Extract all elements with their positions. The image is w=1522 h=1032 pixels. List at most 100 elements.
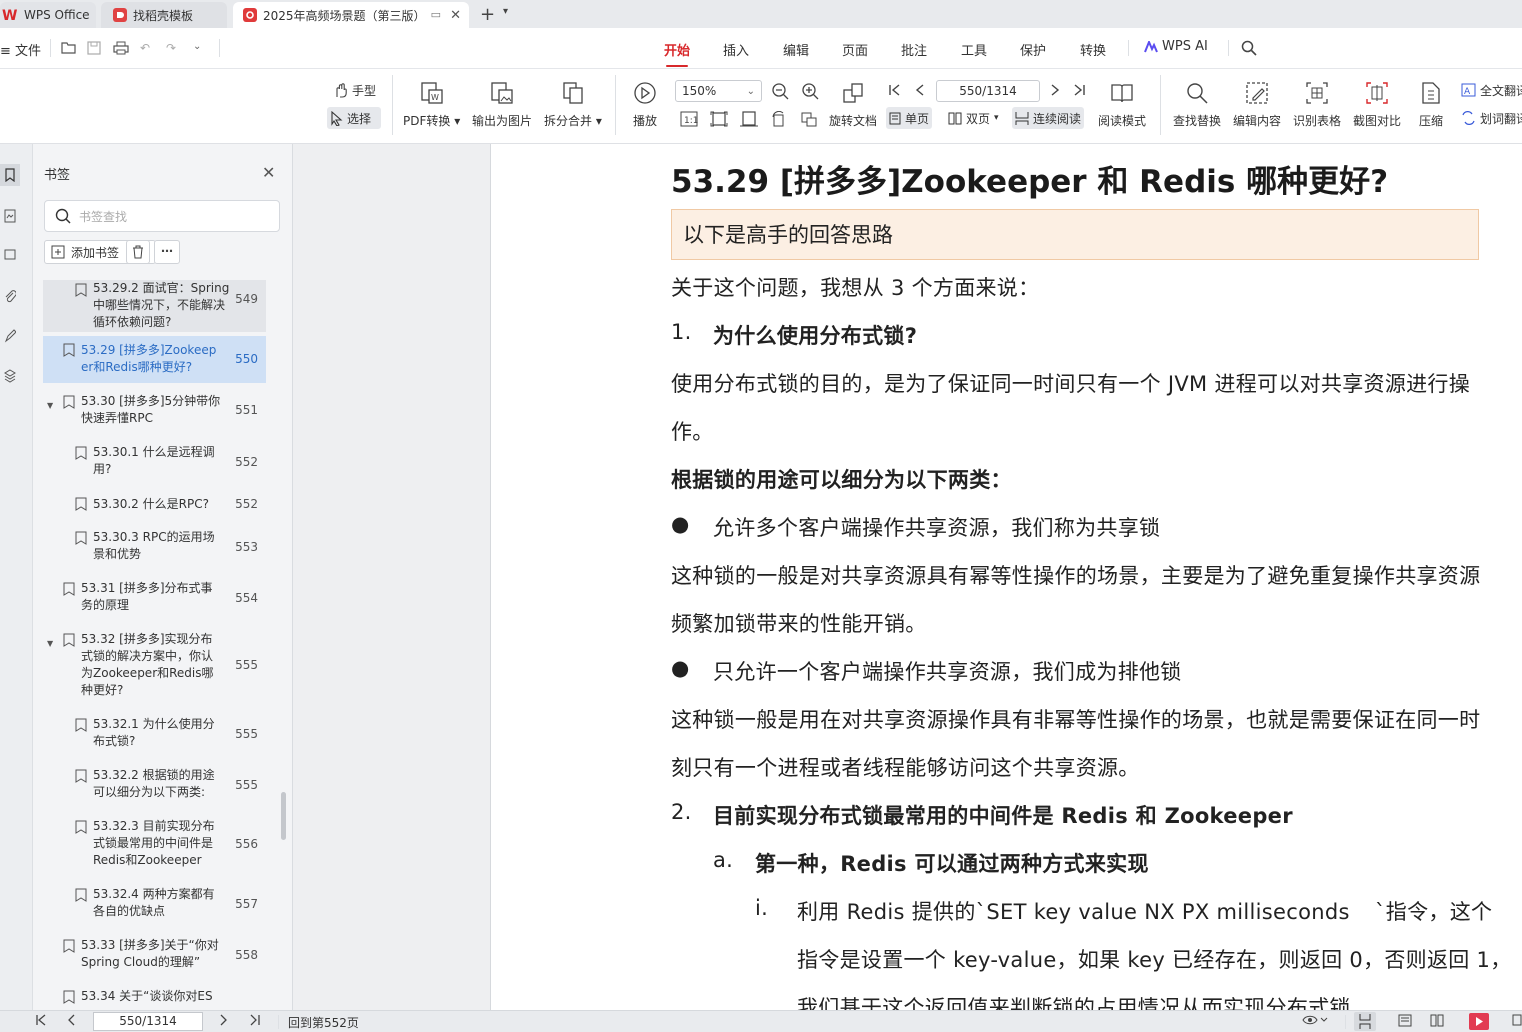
prev-page-icon[interactable]	[914, 83, 928, 97]
edit-content-icon	[1245, 79, 1269, 107]
menu-annotate[interactable]: 批注	[901, 40, 927, 59]
menu-home[interactable]: 开始	[664, 40, 690, 67]
status-page-input[interactable]: 550/1314	[93, 1012, 203, 1031]
search-icon[interactable]	[1241, 40, 1257, 56]
find-icon	[1185, 79, 1209, 107]
pdf-convert-button[interactable]: W PDF转换 ▾	[403, 79, 460, 129]
continuous-read-button[interactable]: 连续阅读	[1012, 107, 1085, 129]
tab-wps-office[interactable]: W WPS Office	[0, 2, 96, 28]
new-tab-icon[interactable]: +	[480, 4, 495, 25]
single-view-icon[interactable]	[1398, 1014, 1412, 1027]
screenshot-compare-button[interactable]: 截图对比	[1353, 79, 1401, 129]
back-to-page-link[interactable]: 回到第552页	[288, 1014, 359, 1031]
recognize-table-button[interactable]: 识别表格	[1293, 79, 1341, 129]
customize-chevron-icon[interactable]: ⌄	[193, 41, 201, 52]
page-number-input[interactable]: 550/1314	[936, 80, 1040, 102]
hand-tool-button[interactable]: 手型	[330, 79, 379, 101]
bookmark-item[interactable]: 53.32.2 根据锁的用途可以细分为以下两类: 555	[43, 767, 266, 807]
play-mode-icon[interactable]	[1469, 1013, 1489, 1030]
prev-page-icon[interactable]	[66, 1014, 78, 1026]
signature-icon[interactable]	[0, 325, 20, 347]
document-viewport[interactable]: 53.29 [拼多多]Zookeeper 和 Redis 哪种更好? 以下是高手…	[293, 144, 1522, 1010]
fit-width-icon[interactable]	[740, 111, 758, 127]
single-page-button[interactable]: 单页	[886, 107, 933, 129]
bookmark-item[interactable]: 53.32.3 目前实现分布式锁最常用的中间件是Redis和Zookeeper …	[43, 818, 266, 874]
full-translate-button[interactable]: A 全文翻译	[1458, 79, 1522, 101]
continuous-view-icon[interactable]	[1354, 1012, 1376, 1031]
menu-tools[interactable]: 工具	[961, 40, 987, 59]
next-page-icon[interactable]	[217, 1014, 229, 1026]
menu-edit[interactable]: 编辑	[783, 40, 809, 59]
crop-view-icon[interactable]	[800, 111, 818, 127]
next-page-icon[interactable]	[1047, 83, 1061, 97]
rotate-view-icon[interactable]	[770, 111, 788, 127]
redo-icon[interactable]: ↷	[166, 41, 176, 55]
bookmark-item[interactable]: 53.30.1 什么是远程调用? 552	[43, 444, 266, 484]
bookmark-item[interactable]: ▼ 53.32 [拼多多]实现分布式锁的解决方案中，你认为Zookeeper和R…	[43, 631, 266, 701]
undo-icon[interactable]: ↶	[140, 41, 150, 55]
layers-icon[interactable]	[0, 365, 20, 387]
menu-page[interactable]: 页面	[842, 40, 868, 59]
tab-document[interactable]: 2025年高频场景题（第三版） ▭ ✕	[233, 2, 469, 28]
expand-caret-icon[interactable]: ▼	[47, 397, 53, 414]
last-page-icon[interactable]	[1072, 83, 1086, 97]
menu-insert[interactable]: 插入	[723, 40, 749, 59]
tab-list-chevron-icon[interactable]: ▾	[503, 6, 508, 17]
bookmark-item[interactable]: 53.31 [拼多多]分布式事务的原理 554	[43, 580, 266, 620]
more-view-icon[interactable]	[1512, 1014, 1522, 1026]
bookmark-item[interactable]: 53.34 关于“谈谈你对ES	[43, 988, 266, 1010]
expand-caret-icon[interactable]: ▼	[47, 635, 53, 652]
menu-convert[interactable]: 转换	[1080, 40, 1106, 59]
compress-button[interactable]: 压缩	[1419, 79, 1443, 129]
play-button[interactable]: 播放	[633, 79, 657, 129]
edit-content-button[interactable]: 编辑内容	[1233, 79, 1281, 129]
first-page-icon[interactable]	[888, 83, 902, 97]
bookmark-item[interactable]: 53.32.1 为什么使用分布式锁? 555	[43, 716, 266, 756]
export-image-button[interactable]: 输出为图片	[472, 79, 532, 129]
word-translate-button[interactable]: 划词翻译	[1458, 107, 1522, 129]
eye-protection-icon[interactable]	[1302, 1014, 1328, 1026]
actual-size-icon[interactable]: 1:1	[680, 111, 698, 127]
attachment-icon[interactable]	[0, 285, 20, 307]
split-merge-button[interactable]: 拆分合并 ▾	[544, 79, 602, 129]
bookmark-item[interactable]: ▼ 53.30 [拼多多]5分钟带你快速弄懂RPC 551	[43, 393, 266, 433]
bookmark-page: 550	[235, 352, 258, 366]
bookmark-icon	[75, 718, 87, 732]
read-mode-button[interactable]: 阅读模式	[1098, 79, 1146, 129]
bookmark-item[interactable]: 53.30.3 RPC的运用场景和优势 553	[43, 529, 266, 569]
save-icon[interactable]	[87, 41, 101, 55]
menu-protect[interactable]: 保护	[1020, 40, 1046, 59]
open-folder-icon[interactable]	[61, 41, 76, 54]
fit-page-icon[interactable]	[710, 111, 728, 127]
bookmark-item[interactable]: 53.30.2 什么是RPC? 552	[43, 495, 266, 517]
rotate-document-button[interactable]: 旋转文档	[829, 79, 877, 129]
tab-docer-templates[interactable]: 找稻壳模板	[101, 2, 227, 28]
first-page-icon[interactable]	[35, 1014, 47, 1026]
comment-panel-icon[interactable]	[0, 244, 20, 266]
delete-bookmark-button[interactable]	[126, 240, 150, 264]
zoom-select[interactable]: 150% ⌄	[675, 80, 762, 102]
double-view-icon[interactable]	[1430, 1014, 1444, 1027]
more-options-button[interactable]: ⋯	[154, 240, 180, 264]
zoom-out-icon[interactable]	[771, 82, 789, 100]
double-page-icon	[948, 112, 962, 125]
tab-close-icon[interactable]: ✕	[450, 8, 461, 23]
monitor-icon[interactable]: ▭	[431, 8, 441, 21]
bookmark-item[interactable]: 53.33 [拼多多]关于“你对Spring Cloud的理解” 558	[43, 937, 266, 977]
double-page-button[interactable]: 双页 ▾	[945, 107, 1002, 129]
bookmark-search-input[interactable]: 书签查找	[44, 200, 280, 232]
find-replace-button[interactable]: 查找替换	[1173, 79, 1221, 129]
close-icon[interactable]: ✕	[262, 163, 275, 182]
bookmark-panel-icon[interactable]	[0, 164, 20, 186]
file-menu-button[interactable]: ≡ 文件	[0, 40, 41, 59]
bookmark-item[interactable]: 53.32.4 两种方案都有各自的优缺点 557	[43, 886, 266, 926]
bookmark-item[interactable]: 53.29.2 面试官：Spring中哪些情况下，不能解决循环依赖问题? 549	[43, 280, 266, 332]
select-tool-button[interactable]: 选择	[327, 107, 381, 129]
thumbnail-panel-icon[interactable]	[0, 205, 20, 227]
wps-ai-button[interactable]: WPS AI	[1144, 39, 1208, 54]
last-page-icon[interactable]	[249, 1014, 261, 1026]
zoom-in-icon[interactable]	[801, 82, 819, 100]
panel-scrollbar[interactable]	[281, 792, 286, 840]
bookmark-item-active[interactable]: 53.29 [拼多多]Zookeeper和Redis哪种更好? 550	[43, 336, 266, 383]
print-icon[interactable]	[113, 41, 129, 55]
